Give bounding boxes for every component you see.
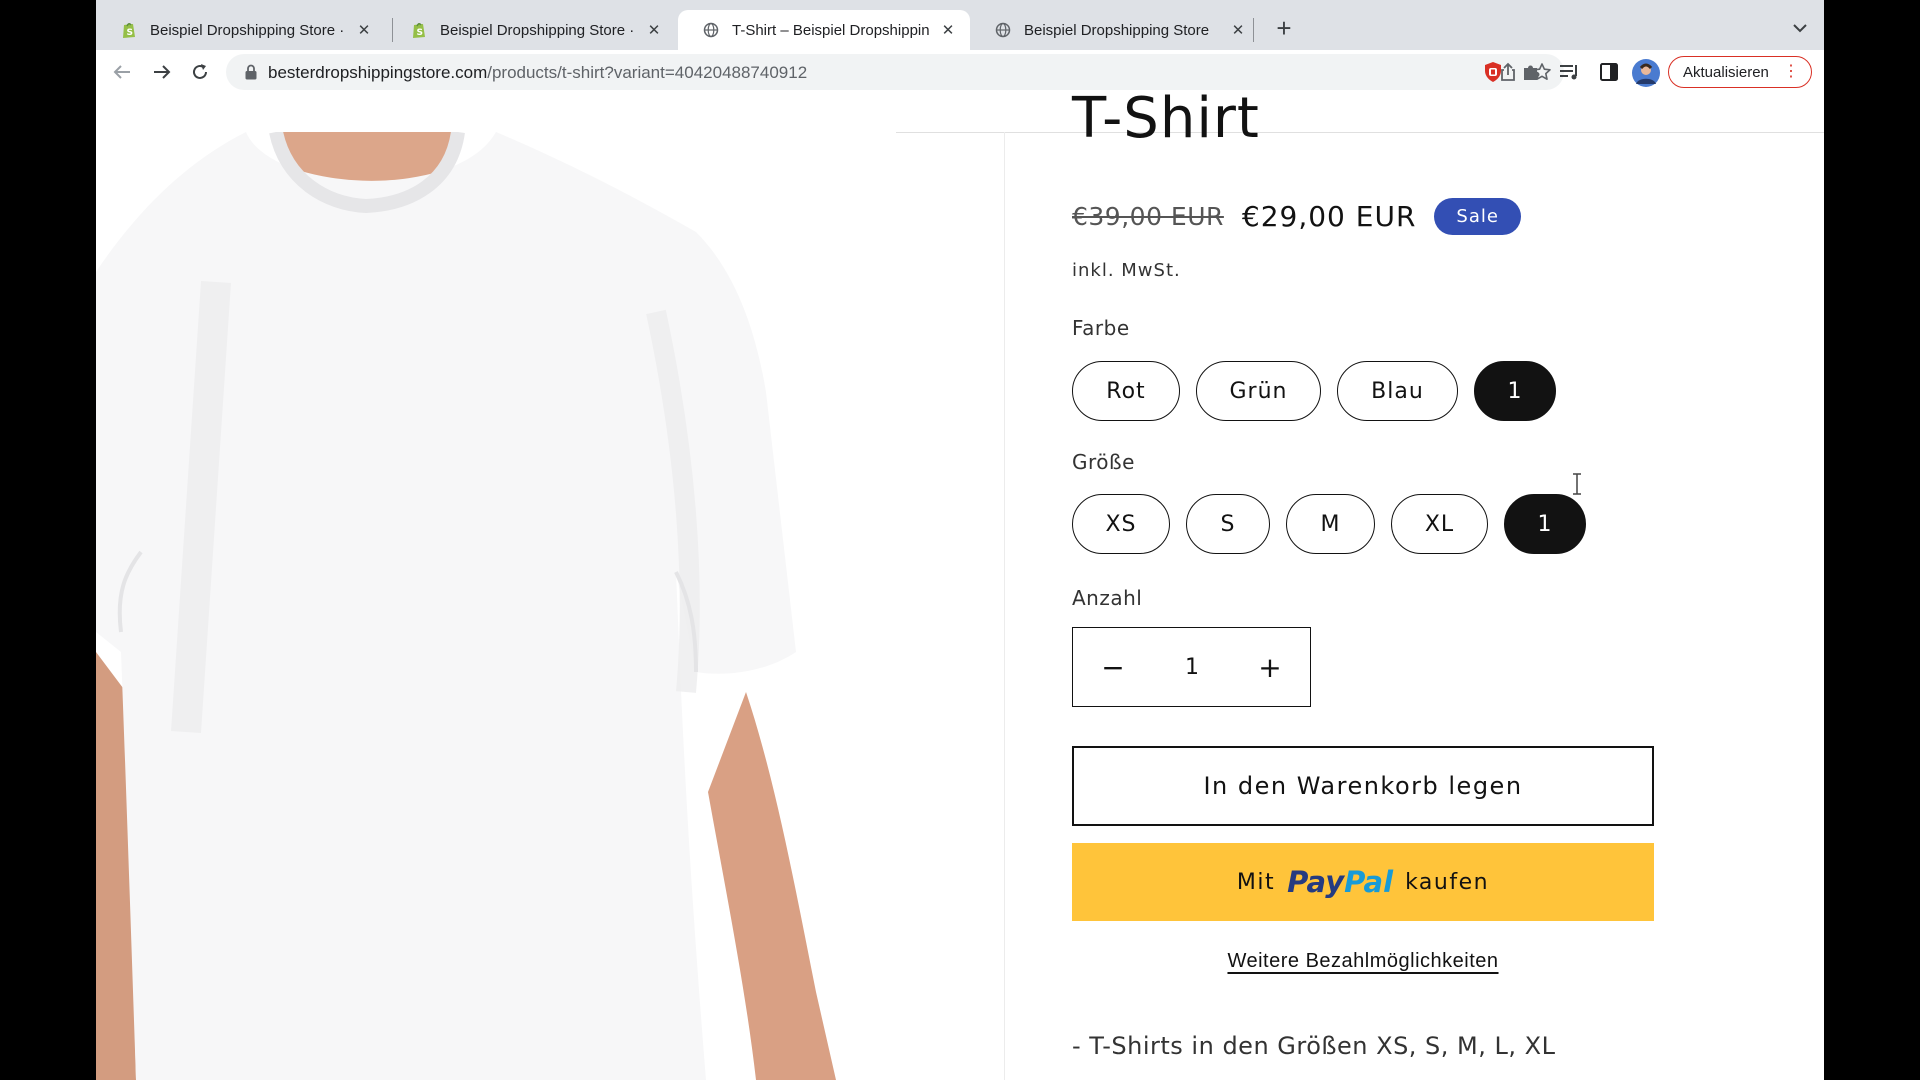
price-row: €39,00 EUR €29,00 EUR Sale: [1072, 198, 1521, 235]
reload-icon[interactable]: [186, 58, 214, 86]
browser-window: S Beispiel Dropshipping Store · Z ✕ S Be…: [96, 0, 1824, 1080]
close-icon[interactable]: ✕: [644, 20, 664, 40]
text-cursor-icon: [1573, 473, 1581, 495]
tax-note: inkl. MwSt.: [1072, 260, 1181, 281]
forward-icon[interactable]: [148, 58, 176, 86]
extensions-puzzle-icon[interactable]: [1520, 61, 1542, 83]
quantity-input[interactable]: 1: [1153, 628, 1231, 706]
more-payment-options-link[interactable]: Weitere Bezahlmöglichkeiten: [1227, 950, 1498, 972]
lock-icon[interactable]: [244, 64, 258, 80]
tab-store-front[interactable]: Beispiel Dropshipping Store ✕: [970, 10, 1260, 50]
avatar[interactable]: [1632, 59, 1660, 87]
color-option-gruen[interactable]: Grün: [1196, 361, 1321, 421]
regular-price: €39,00 EUR: [1072, 202, 1224, 231]
paypal-prefix: Mit: [1236, 869, 1276, 895]
quantity-stepper: − 1 +: [1072, 627, 1311, 707]
shopify-icon: S: [120, 21, 138, 39]
product-title: T-Shirt: [1072, 94, 1260, 151]
tab-title: Beispiel Dropshipping Store · Z: [150, 21, 346, 39]
close-icon[interactable]: ✕: [354, 20, 374, 40]
close-icon[interactable]: ✕: [1228, 20, 1248, 40]
product-image: [96, 132, 896, 1080]
tab-store-admin[interactable]: S Beispiel Dropshipping Store · Z ✕: [96, 10, 386, 50]
tab-title: T-Shirt – Beispiel Dropshipping: [732, 21, 930, 39]
more-payment-options: Weitere Bezahlmöglichkeiten: [1072, 950, 1654, 973]
size-option-s[interactable]: S: [1186, 494, 1270, 554]
column-divider: [1004, 132, 1005, 1080]
svg-text:S: S: [417, 28, 423, 38]
quantity-increase-button[interactable]: +: [1230, 628, 1310, 706]
url-path: /products/t-shirt?variant=40420488740912: [487, 63, 808, 82]
paypal-logo-pay: Pay: [1287, 865, 1345, 899]
color-option-rot[interactable]: Rot: [1072, 361, 1180, 421]
address-bar[interactable]: besterdropshippingstore.com/products/t-s…: [226, 54, 1564, 90]
paypal-suffix: kaufen: [1405, 869, 1490, 895]
back-icon[interactable]: [108, 58, 136, 86]
product-page: T-Shirt €39,00 EUR €29,00 EUR Sale inkl.…: [96, 94, 1824, 1080]
tab-strip: S Beispiel Dropshipping Store · Z ✕ S Be…: [96, 0, 1824, 50]
paypal-logo: PayPal: [1287, 865, 1393, 899]
more-vert-icon: ⋮: [1783, 63, 1799, 80]
svg-text:S: S: [127, 28, 133, 38]
add-to-cart-button[interactable]: In den Warenkorb legen: [1072, 746, 1654, 826]
color-options: Rot Grün Blau 1: [1072, 361, 1556, 421]
tab-title: Beispiel Dropshipping Store: [1024, 21, 1210, 39]
url-text[interactable]: besterdropshippingstore.com/products/t-s…: [268, 63, 807, 83]
color-label: Farbe: [1072, 316, 1130, 340]
size-option-1[interactable]: 1: [1504, 494, 1586, 554]
sale-badge: Sale: [1434, 198, 1521, 235]
tab-title: Beispiel Dropshipping Store · V: [440, 21, 636, 39]
size-option-xs[interactable]: XS: [1072, 494, 1170, 554]
product-description: - T-Shirts in den Größen XS, S, M, L, XL: [1072, 1032, 1556, 1060]
side-panel-icon[interactable]: [1598, 61, 1620, 83]
size-option-m[interactable]: M: [1286, 494, 1375, 554]
globe-icon: [702, 21, 720, 39]
update-button-label: Aktualisieren: [1683, 63, 1769, 81]
browser-toolbar: besterdropshippingstore.com/products/t-s…: [96, 50, 1824, 94]
adblock-extension-icon[interactable]: [1482, 61, 1504, 83]
size-options: XS S M XL 1: [1072, 494, 1586, 554]
quantity-label: Anzahl: [1072, 586, 1143, 610]
paypal-logo-pal: Pal: [1344, 865, 1394, 899]
paypal-checkout-button[interactable]: Mit PayPal kaufen: [1072, 843, 1654, 921]
url-host: besterdropshippingstore.com: [268, 63, 488, 82]
quantity-decrease-button[interactable]: −: [1073, 628, 1153, 706]
size-label: Größe: [1072, 450, 1135, 474]
update-button[interactable]: Aktualisieren ⋮: [1668, 56, 1812, 88]
chevron-down-icon[interactable]: [1788, 16, 1812, 40]
tab-store-variant[interactable]: S Beispiel Dropshipping Store · V ✕: [386, 10, 676, 50]
tab-tshirt-product[interactable]: T-Shirt – Beispiel Dropshipping ✕: [678, 10, 970, 50]
shopify-icon: S: [410, 21, 428, 39]
globe-icon: [994, 21, 1012, 39]
media-queue-icon[interactable]: [1559, 61, 1581, 83]
new-tab-button[interactable]: +: [1270, 13, 1298, 43]
tab-separator: [1253, 18, 1254, 42]
color-option-1[interactable]: 1: [1474, 361, 1556, 421]
color-option-blau[interactable]: Blau: [1337, 361, 1458, 421]
sale-price: €29,00 EUR: [1241, 200, 1417, 233]
close-icon[interactable]: ✕: [938, 20, 958, 40]
size-option-xl[interactable]: XL: [1391, 494, 1488, 554]
